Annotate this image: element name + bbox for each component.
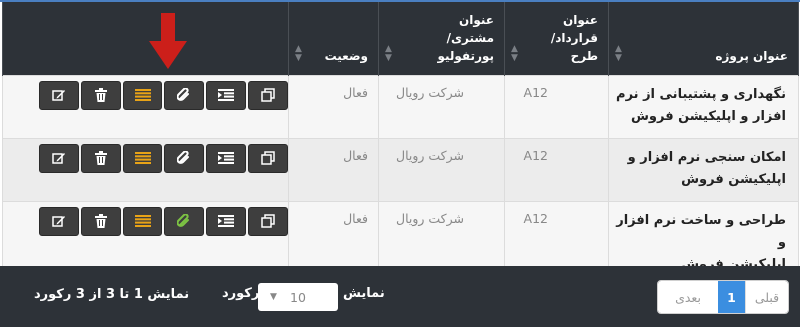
header-contract[interactable]: عنوان قرارداد/ طرح ▲ ▼ xyxy=(504,2,609,75)
copy-button[interactable] xyxy=(247,143,288,173)
trash-button[interactable] xyxy=(80,143,121,173)
project-title-line-1: طراحی و ساخت نرم افزار و xyxy=(616,212,786,250)
table-header-row: عنوان پروژه ▲ ▼ عنوان قرارداد/ طرح ▲ ▼ عنو… xyxy=(2,2,799,75)
actions-cell xyxy=(2,200,289,277)
indent-list-icon xyxy=(218,152,235,164)
list-button[interactable] xyxy=(122,80,163,110)
show-label: نمایش xyxy=(343,286,385,301)
records-info: نمایش 1 تا 3 از 3 رکورد xyxy=(34,287,190,302)
project-title-cell: طراحی و ساخت نرم افزار و اپلیکیشن فروش xyxy=(608,200,799,277)
row-action-buttons xyxy=(39,143,288,173)
header-project-title[interactable]: عنوان پروژه ▲ ▼ xyxy=(608,2,799,75)
list-icon xyxy=(134,215,151,227)
indent-list-button[interactable] xyxy=(206,206,246,236)
copy-button[interactable] xyxy=(247,80,288,110)
red-arrow-icon xyxy=(149,13,187,69)
contract-code-cell: A12 xyxy=(504,74,609,139)
header-contract-line-3: طرح xyxy=(570,48,598,63)
indent-list-button[interactable] xyxy=(206,80,246,110)
status-cell: فعال xyxy=(288,137,379,202)
client-cell: شرکت رویال xyxy=(378,200,505,277)
status-cell: فعال xyxy=(288,200,379,277)
row-action-buttons xyxy=(39,206,288,236)
paperclip-icon xyxy=(177,151,191,165)
list-icon xyxy=(134,89,151,101)
edit-icon xyxy=(52,151,66,165)
page-size-value: 10 xyxy=(290,289,306,305)
header-client[interactable]: عنوان مشتری/ پورتفولیو ▲ ▼ xyxy=(378,2,505,75)
list-icon xyxy=(134,152,151,164)
row-action-buttons xyxy=(39,80,288,110)
header-client-line-2: مشتری/ xyxy=(446,30,494,45)
table-row: امکان سنجی نرم افزار و اپلیکیشن فروش A12… xyxy=(2,137,799,202)
status-cell: فعال xyxy=(288,74,379,139)
sort-icon[interactable]: ▲ ▼ xyxy=(615,44,622,63)
indent-list-button[interactable] xyxy=(206,143,246,173)
edit-button[interactable] xyxy=(39,206,79,236)
project-title-line-1: نگهداری و پشتیبانی از نرم xyxy=(616,86,786,102)
paperclip-icon xyxy=(177,214,191,228)
header-contract-line-2: قرارداد/ xyxy=(550,30,598,45)
table-footer: قبلی 1 بعدی نمایش ▼ 10 رکورد نمایش 1 تا … xyxy=(0,266,800,327)
pagination-prev[interactable]: قبلی xyxy=(745,281,788,313)
header-project-title-label: عنوان پروژه xyxy=(715,48,788,63)
trash-icon xyxy=(94,151,107,165)
trash-icon xyxy=(94,88,107,102)
table-row: نگهداری و پشتیبانی از نرم افزار و اپلیکی… xyxy=(2,74,799,139)
actions-cell xyxy=(2,137,289,202)
header-actions xyxy=(2,2,289,75)
contract-code-cell: A12 xyxy=(504,137,609,202)
paperclip-button[interactable] xyxy=(164,143,205,173)
indent-list-icon xyxy=(218,215,235,227)
project-title-cell: نگهداری و پشتیبانی از نرم افزار و اپلیکی… xyxy=(608,74,799,139)
table-row: طراحی و ساخت نرم افزار و اپلیکیشن فروش A… xyxy=(2,200,799,277)
copy-icon xyxy=(261,214,275,228)
project-title-line-2: اپلیکیشن فروش xyxy=(681,171,786,187)
contract-code-cell: A12 xyxy=(504,200,609,277)
edit-button[interactable] xyxy=(39,143,79,173)
project-list-panel: عنوان پروژه ▲ ▼ عنوان قرارداد/ طرح ▲ ▼ عنو… xyxy=(0,0,800,327)
project-title-line-1: امکان سنجی نرم افزار و xyxy=(627,149,786,165)
trash-button[interactable] xyxy=(80,206,121,236)
header-contract-line-1: عنوان xyxy=(563,12,598,27)
chevron-down-icon: ▼ xyxy=(270,292,277,302)
header-status-label: وضعیت xyxy=(324,48,368,63)
client-cell: شرکت رویال xyxy=(378,137,505,202)
header-client-line-1: عنوان xyxy=(459,12,494,27)
copy-icon xyxy=(261,151,275,165)
edit-icon xyxy=(52,214,66,228)
edit-button[interactable] xyxy=(39,80,79,110)
records-label: رکورد xyxy=(222,286,260,301)
project-title-line-2: افزار و اپلیکیشن فروش xyxy=(630,108,786,124)
paperclip-icon xyxy=(177,88,191,102)
sort-icon[interactable]: ▲ ▼ xyxy=(385,44,392,63)
sort-icon[interactable]: ▲ ▼ xyxy=(295,44,302,63)
actions-cell xyxy=(2,74,289,139)
page-size-select[interactable]: ▼ 10 xyxy=(258,283,338,311)
projects-table: عنوان پروژه ▲ ▼ عنوان قرارداد/ طرح ▲ ▼ عنو… xyxy=(2,2,799,277)
header-status[interactable]: وضعیت ▲ ▼ xyxy=(288,2,379,75)
paperclip-button[interactable] xyxy=(164,206,205,236)
copy-icon xyxy=(261,88,275,102)
edit-icon xyxy=(52,88,66,102)
copy-button[interactable] xyxy=(247,206,288,236)
paperclip-button[interactable] xyxy=(164,80,205,110)
pagination-page-1[interactable]: 1 xyxy=(718,281,745,313)
pagination: قبلی 1 بعدی xyxy=(657,280,789,314)
trash-button[interactable] xyxy=(80,80,121,110)
list-button[interactable] xyxy=(122,206,163,236)
sort-icon[interactable]: ▲ ▼ xyxy=(511,44,518,63)
pagination-next[interactable]: بعدی xyxy=(658,281,718,313)
list-button[interactable] xyxy=(122,143,163,173)
header-client-line-3: پورتفولیو xyxy=(437,48,494,63)
client-cell: شرکت رویال xyxy=(378,74,505,139)
trash-icon xyxy=(94,214,107,228)
indent-list-icon xyxy=(218,89,235,101)
project-title-cell: امکان سنجی نرم افزار و اپلیکیشن فروش xyxy=(608,137,799,202)
